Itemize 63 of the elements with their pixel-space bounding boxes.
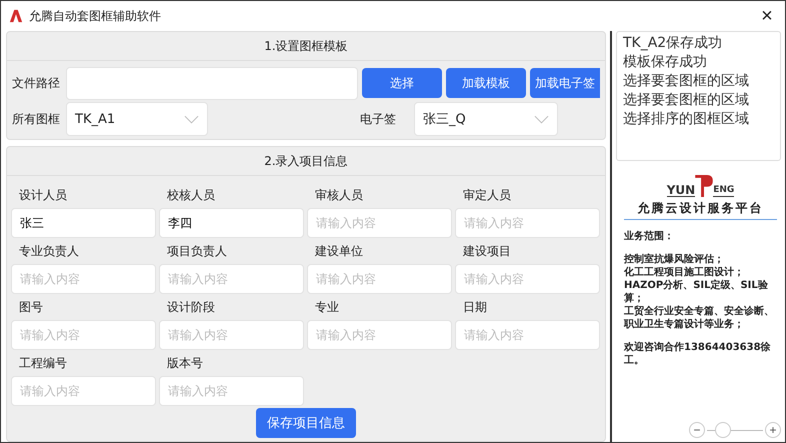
field-label: 版本号 bbox=[166, 355, 204, 372]
field-label: 图号 bbox=[18, 299, 44, 316]
section-title: 2.录入项目信息 bbox=[264, 152, 348, 170]
field-label: 设计阶段 bbox=[166, 299, 216, 316]
field-label: 建设项目 bbox=[462, 243, 512, 260]
promo-text: HAZOP分析、SIL定级、SIL验算； bbox=[624, 279, 769, 305]
logo-text: ENG bbox=[713, 184, 734, 197]
input-field[interactable]: 请输入内容 bbox=[455, 320, 600, 350]
action-button[interactable]: 加载电子签 bbox=[530, 68, 600, 98]
input-field[interactable]: 请输入内容 bbox=[159, 376, 304, 406]
window-title: 允腾自动套图框辅助软件 bbox=[29, 8, 161, 24]
app-logo-icon bbox=[9, 9, 23, 23]
log-line: 选择要套图框的区域 bbox=[623, 72, 750, 91]
promo-text: 欢迎咨询合作13864403638徐工。 bbox=[624, 341, 772, 367]
promo-text: 控制室抗爆风险评估； bbox=[624, 253, 725, 266]
chevron-down-icon bbox=[534, 114, 549, 124]
zoom-in-button[interactable]: + bbox=[765, 422, 781, 438]
field-label: 审定人员 bbox=[462, 187, 512, 204]
close-button[interactable]: × bbox=[749, 1, 785, 31]
field-label: 设计人员 bbox=[18, 187, 68, 204]
input-field[interactable]: 张三 bbox=[11, 208, 156, 238]
logo-icon bbox=[695, 175, 714, 197]
field-label: 审核人员 bbox=[314, 187, 364, 204]
log-line: 选择要套图框的区域 bbox=[623, 91, 750, 110]
input-field[interactable]: 请输入内容 bbox=[455, 208, 600, 238]
field-label: 电子签 bbox=[360, 110, 397, 128]
field-label: 建设单位 bbox=[314, 243, 364, 260]
field-label: 工程编号 bbox=[18, 355, 68, 372]
promo-text: 工贸全行业安全专篇、安全诊断、职业卫生专篇设计等业务； bbox=[624, 305, 775, 331]
input-field[interactable]: 请输入内容 bbox=[307, 320, 452, 350]
section-title: 1.设置图框模板 bbox=[264, 38, 348, 54]
log-line: TK_A2保存成功 bbox=[623, 34, 724, 53]
action-button[interactable]: 选择 bbox=[362, 68, 442, 98]
input-field[interactable]: 请输入内容 bbox=[11, 320, 156, 350]
action-button[interactable]: 加载模板 bbox=[446, 68, 526, 98]
input-field[interactable]: 请输入内容 bbox=[307, 264, 452, 294]
input-field[interactable]: 请输入内容 bbox=[159, 264, 304, 294]
input-field[interactable]: 请输入内容 bbox=[159, 320, 304, 350]
input-field[interactable]: 李四 bbox=[159, 208, 304, 238]
path-field[interactable] bbox=[66, 66, 358, 100]
signature-dropdown[interactable]: 张三_Q bbox=[414, 102, 558, 136]
input-field[interactable]: 请输入内容 bbox=[455, 264, 600, 294]
save-button[interactable]: 保存项目信息 bbox=[256, 408, 356, 438]
field-label: 日期 bbox=[462, 299, 488, 316]
field-label: 专业负责人 bbox=[18, 243, 80, 260]
promo-text: 业务范围： bbox=[624, 230, 675, 243]
input-field[interactable]: 请输入内容 bbox=[11, 264, 156, 294]
logo-text: YUN bbox=[666, 184, 696, 197]
platform-title: 允腾云设计服务平台 bbox=[624, 197, 777, 220]
input-field[interactable]: 请输入内容 bbox=[307, 208, 452, 238]
promo-text: 化工工程项目施工图设计； bbox=[624, 266, 745, 279]
field-label: 文件路径 bbox=[12, 74, 61, 92]
log-line: 选择排序的图框区域 bbox=[623, 110, 750, 129]
field-label: 专业 bbox=[314, 299, 340, 316]
log-line: 模板保存成功 bbox=[623, 53, 708, 72]
chevron-down-icon bbox=[184, 114, 199, 124]
frame-dropdown[interactable]: TK_A1 bbox=[66, 102, 208, 136]
zoom-slider[interactable] bbox=[707, 422, 763, 438]
input-field[interactable]: 请输入内容 bbox=[11, 376, 156, 406]
field-label: 项目负责人 bbox=[166, 243, 228, 260]
zoom-out-button[interactable]: − bbox=[689, 422, 705, 438]
field-label: 所有图框 bbox=[12, 110, 61, 128]
field-label: 校核人员 bbox=[166, 187, 216, 204]
